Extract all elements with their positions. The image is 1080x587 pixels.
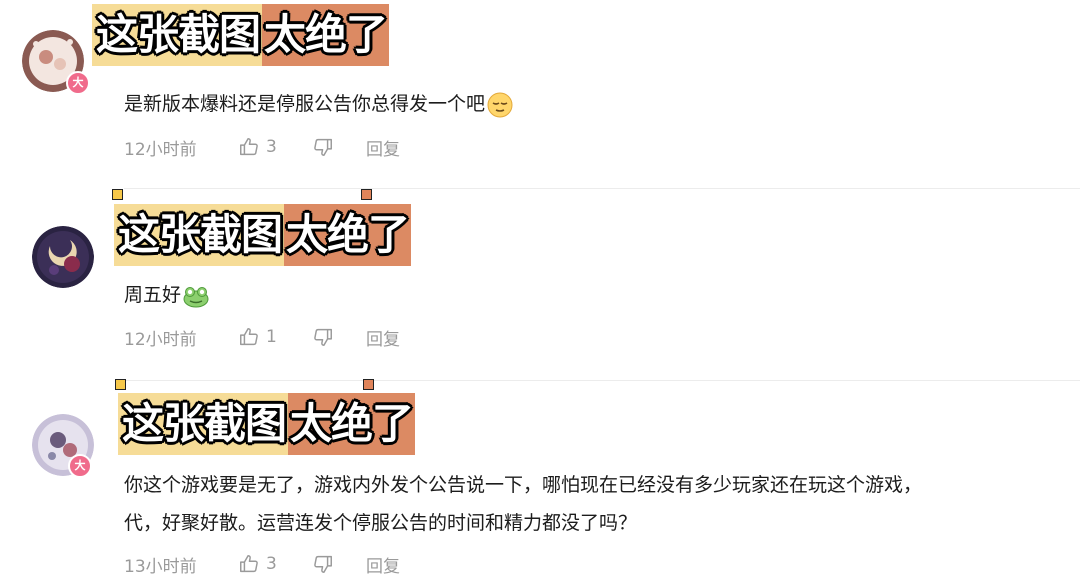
thumbs-down-icon: [314, 328, 332, 346]
comment-text-content: 周五好: [124, 284, 182, 306]
comment-text-line-2: 代，好聚好散。运营连发个停服公告的时间和精力都没了吗？: [124, 512, 638, 534]
dislike-button[interactable]: [312, 326, 366, 348]
reply-button[interactable]: 回复: [366, 325, 400, 350]
dislike-button[interactable]: [312, 553, 366, 575]
vip-badge: 大: [68, 454, 92, 478]
reply-button[interactable]: 回复: [366, 135, 400, 160]
divider: [124, 188, 1080, 189]
resize-handle[interactable]: [112, 189, 123, 200]
caption-part-1: 这张截图: [114, 204, 285, 266]
caption-part-2: 太绝了: [284, 204, 412, 266]
relieved-face-emoji: [487, 92, 513, 117]
caption-part-2: 太绝了: [262, 4, 390, 66]
thumbs-up-icon: [240, 555, 258, 573]
like-count: 3: [266, 137, 277, 157]
comment-time: 12小时前: [124, 139, 197, 160]
like-button[interactable]: 1: [238, 326, 312, 348]
comment-meta: 12小时前 1 回复: [124, 322, 400, 352]
thumbs-down-icon: [314, 555, 332, 573]
frog-emoji: [183, 286, 209, 307]
resize-handle[interactable]: [115, 379, 126, 390]
avatar-image: [32, 226, 94, 288]
like-button[interactable]: 3: [238, 553, 312, 575]
caption-part-1: 这张截图: [92, 4, 263, 66]
like-count: 1: [266, 327, 277, 347]
comment-text-line-1: 你这个游戏要是无了，游戏内外发个公告说一下，哪怕现在已经没有多少玩家还在玩这个游…: [124, 474, 923, 496]
thumbs-up-icon: [240, 328, 258, 346]
resize-handle[interactable]: [363, 379, 374, 390]
caption-overlay: 这张截图 太绝了: [114, 204, 412, 266]
comment-time: 12小时前: [124, 329, 197, 350]
caption-overlay: 这张截图 太绝了: [118, 393, 416, 455]
resize-handle[interactable]: [361, 189, 372, 200]
like-count: 3: [266, 554, 277, 574]
comment-meta: 13小时前 3 回复: [124, 549, 400, 579]
like-button[interactable]: 3: [238, 136, 312, 158]
comment-text: 周五好: [124, 276, 209, 314]
avatar[interactable]: [32, 226, 94, 288]
caption-part-1: 这张截图: [118, 393, 289, 455]
reply-button[interactable]: 回复: [366, 552, 400, 577]
thumbs-down-icon: [314, 138, 332, 156]
comment-meta: 12小时前 3 回复: [124, 132, 400, 162]
comment-text: 是新版本爆料还是停服公告你总得发一个吧: [124, 85, 513, 123]
vip-badge: 大: [66, 71, 90, 95]
caption-overlay: 这张截图 太绝了: [92, 4, 390, 66]
divider: [124, 380, 1080, 381]
caption-part-2: 太绝了: [288, 393, 416, 455]
thumbs-up-icon: [240, 138, 258, 156]
comment-text-content: 是新版本爆料还是停服公告你总得发一个吧: [124, 93, 486, 115]
dislike-button[interactable]: [312, 136, 366, 158]
comment-time: 13小时前: [124, 556, 197, 577]
